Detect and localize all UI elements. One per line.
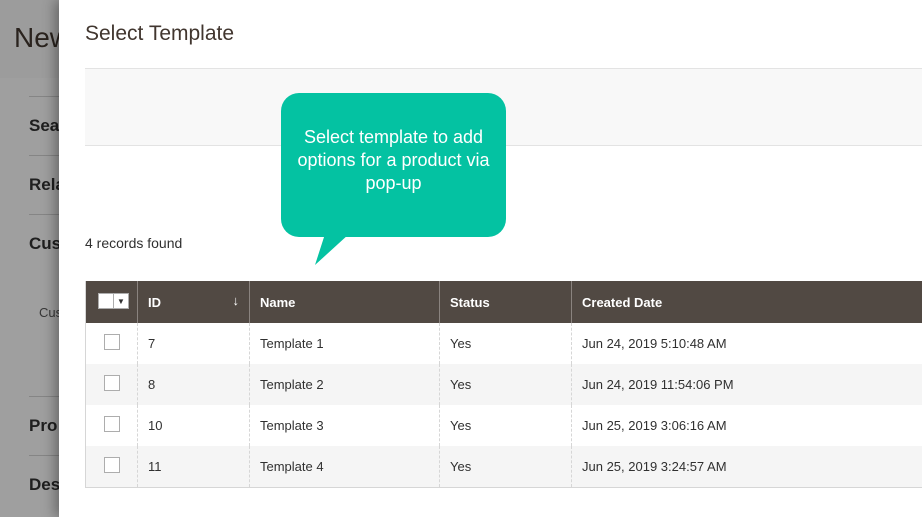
column-header-id-label: ID	[148, 294, 161, 310]
select-template-modal: Select Template 4 records found ▼ ID ↓ N…	[59, 0, 922, 517]
grid-header-row: ▼ ID ↓ Name Status Created Date	[85, 281, 922, 323]
id-cell: 11	[137, 446, 250, 488]
id-cell: 8	[137, 364, 250, 405]
row-checkbox[interactable]	[104, 334, 120, 350]
id-cell: 10	[137, 405, 250, 446]
template-grid: ▼ ID ↓ Name Status Created Date 7 Templa…	[85, 281, 922, 488]
mass-select-checkbox[interactable]	[99, 294, 113, 308]
column-header-status[interactable]: Status	[439, 281, 572, 323]
column-header-created-date-label: Created Date	[582, 294, 663, 310]
row-select-cell	[86, 405, 138, 446]
callout-text: Select template to add options for a pro…	[297, 126, 490, 193]
row-checkbox[interactable]	[104, 375, 120, 391]
name-cell: Template 2	[249, 364, 440, 405]
status-cell: Yes	[439, 446, 572, 488]
column-header-created-date[interactable]: Created Date	[571, 281, 922, 323]
row-select-cell	[85, 446, 138, 488]
callout-tail	[315, 234, 349, 265]
column-header-id[interactable]: ID ↓	[137, 281, 250, 323]
mass-select-dropdown[interactable]: ▼	[98, 293, 129, 309]
sort-arrow-icon[interactable]: ↓	[233, 293, 240, 308]
created-date-cell: Jun 25, 2019 3:06:16 AM	[571, 405, 922, 446]
name-cell: Template 3	[249, 405, 440, 446]
column-header-name[interactable]: Name	[249, 281, 440, 323]
row-checkbox[interactable]	[104, 416, 120, 432]
row-select-cell	[86, 323, 138, 364]
mass-select-column: ▼	[85, 281, 138, 323]
status-cell: Yes	[439, 364, 572, 405]
row-select-cell	[85, 364, 138, 405]
table-row[interactable]: 11 Template 4 Yes Jun 25, 2019 3:24:57 A…	[85, 446, 922, 488]
status-cell: Yes	[439, 323, 572, 364]
created-date-cell: Jun 25, 2019 3:24:57 AM	[571, 446, 922, 488]
modal-title: Select Template	[85, 22, 235, 45]
table-row[interactable]: 8 Template 2 Yes Jun 24, 2019 11:54:06 P…	[85, 364, 922, 405]
name-cell: Template 4	[249, 446, 440, 488]
status-cell: Yes	[439, 405, 572, 446]
column-header-status-label: Status	[450, 294, 490, 310]
column-header-name-label: Name	[260, 294, 296, 310]
id-cell: 7	[137, 323, 250, 364]
table-row[interactable]: 10 Template 3 Yes Jun 25, 2019 3:06:16 A…	[86, 405, 922, 446]
name-cell: Template 1	[249, 323, 440, 364]
created-date-cell: Jun 24, 2019 5:10:48 AM	[571, 323, 922, 364]
callout-bubble: Select template to add options for a pro…	[281, 93, 506, 237]
chevron-down-icon[interactable]: ▼	[113, 294, 128, 308]
table-row[interactable]: 7 Template 1 Yes Jun 24, 2019 5:10:48 AM	[86, 323, 922, 364]
created-date-cell: Jun 24, 2019 11:54:06 PM	[571, 364, 922, 405]
records-count: 4 records found	[85, 235, 183, 251]
row-checkbox[interactable]	[104, 457, 120, 473]
